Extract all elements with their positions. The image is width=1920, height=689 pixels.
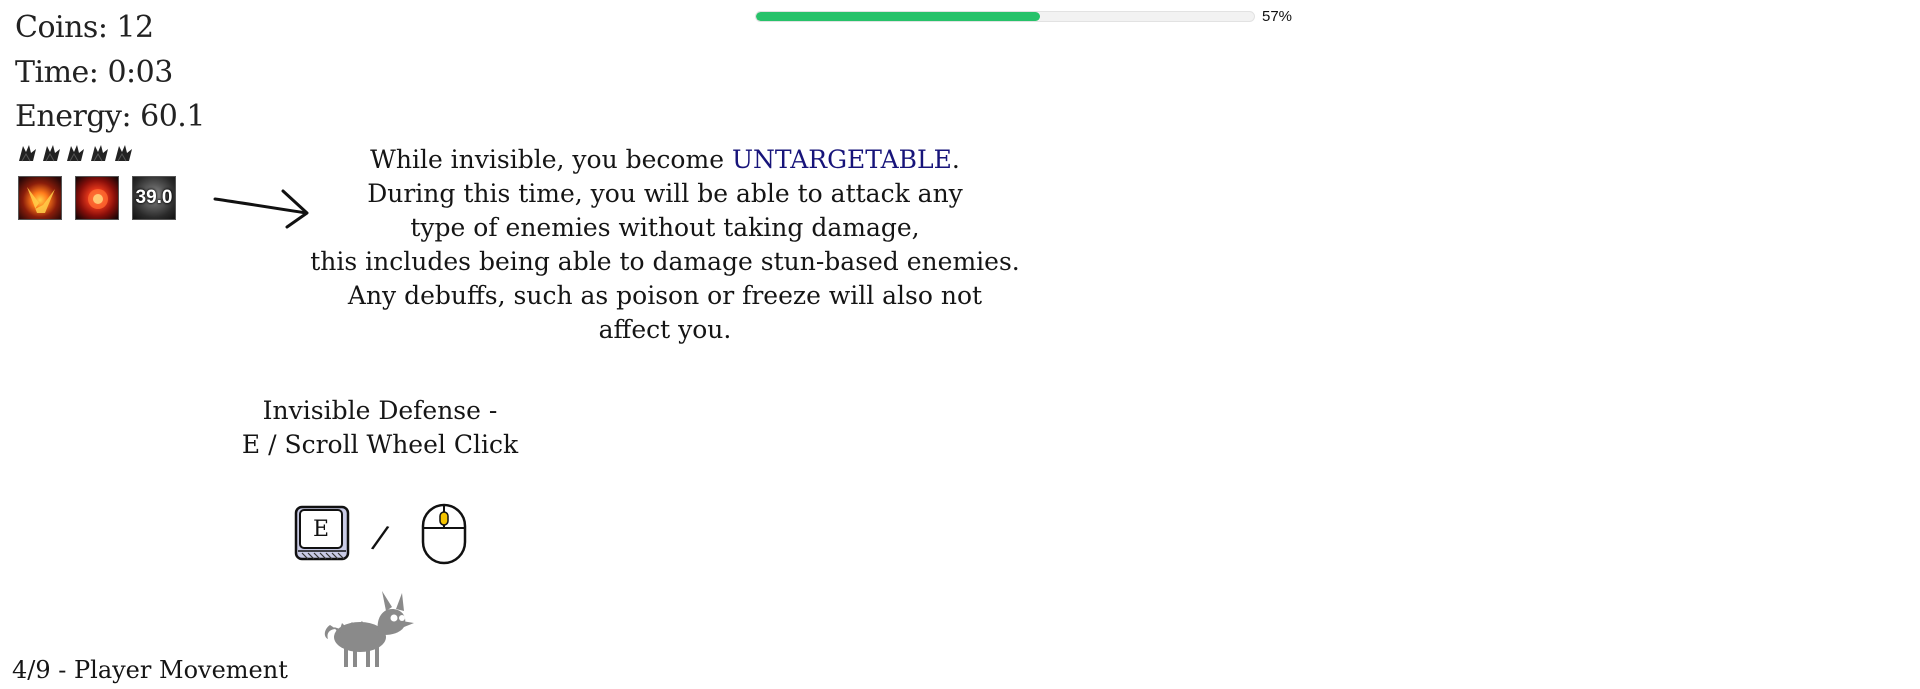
ability-description: While invisible, you become UNTARGETABLE… [270, 143, 1060, 347]
keyboard-e-key-icon: E [294, 505, 350, 561]
untargetable-highlight: UNTARGETABLE [731, 145, 952, 174]
tutorial-page-label: 4/9 - Player Movement [12, 656, 288, 684]
ability-title-line-2: E / Scroll Wheel Click [241, 430, 519, 459]
description-line-1: While invisible, you become UNTARGETABLE… [370, 145, 960, 174]
cooldown-timer: 39.0 [135, 187, 173, 208]
skill-bar: 39.0 [18, 176, 176, 220]
description-line-5: Any debuffs, such as poison or freeze wi… [347, 281, 983, 310]
life-icon [19, 145, 36, 162]
ability-title: Invisible Defense - E / Scroll Wheel Cli… [225, 394, 535, 462]
life-icon [115, 145, 132, 162]
description-line-4: this includes being able to damage stun-… [310, 247, 1020, 276]
lives-row [17, 143, 134, 163]
ability-title-line-1: Invisible Defense - [262, 396, 498, 425]
mouse-scroll-click-icon [421, 503, 467, 565]
description-line-2: During this time, you will be able to at… [367, 179, 963, 208]
fire-burst-icon[interactable] [18, 176, 62, 220]
separator-slash: / [369, 517, 392, 557]
key-label: E [313, 517, 329, 542]
energy-counter: Energy: 60.1 [15, 99, 205, 134]
wolf-pet-icon [324, 591, 414, 667]
skull-icon[interactable]: 39.0 [132, 176, 176, 220]
progress-percent: 57% [1262, 8, 1293, 25]
description-line-6: affect you. [598, 315, 732, 344]
progress-fill [756, 12, 1040, 21]
coins-counter: Coins: 12 [15, 10, 154, 45]
fireball-icon[interactable] [75, 176, 119, 220]
progress-bar [755, 11, 1255, 22]
life-icon [67, 145, 84, 162]
time-counter: Time: 0:03 [15, 55, 173, 90]
description-line-3: type of enemies without taking damage, [410, 213, 920, 242]
life-icon [91, 145, 108, 162]
life-icon [43, 145, 60, 162]
